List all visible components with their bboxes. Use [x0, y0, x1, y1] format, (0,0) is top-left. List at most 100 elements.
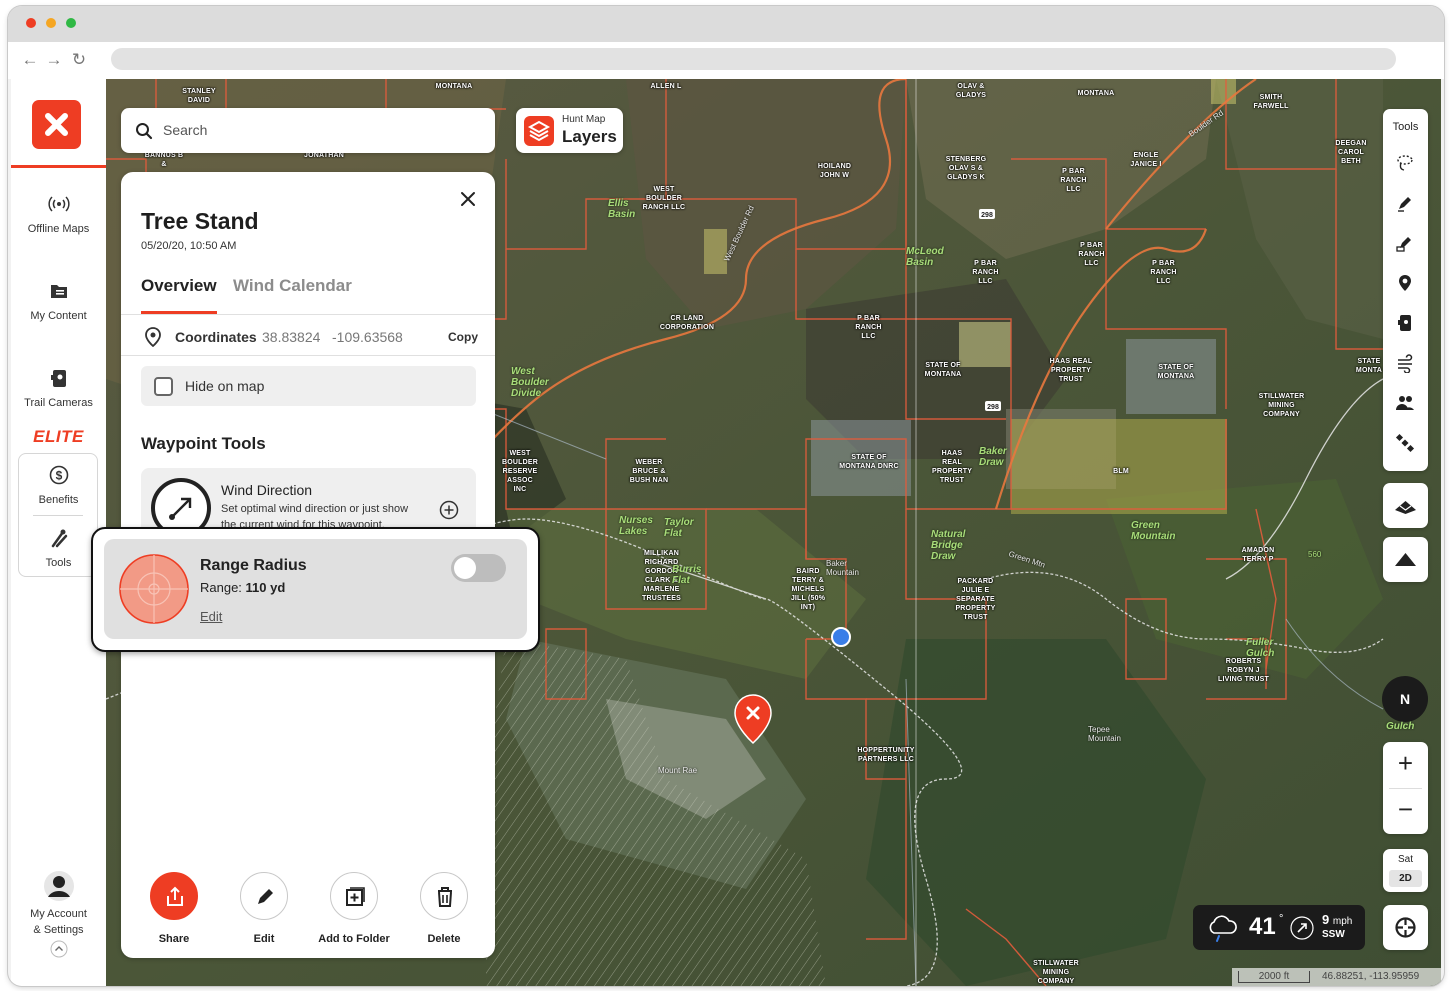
tab-overview[interactable]: Overview: [141, 276, 217, 296]
sidebar-item-my-content[interactable]: My Content: [11, 280, 106, 322]
add-to-folder-button[interactable]: Add to Folder: [314, 872, 394, 945]
lasso-icon[interactable]: [1395, 153, 1415, 173]
divider: [1389, 788, 1422, 789]
compass-button[interactable]: N: [1382, 676, 1428, 722]
owner-label: SMITH FARWELL: [1253, 94, 1289, 110]
layers-icon: [524, 116, 554, 146]
waypoint-actions: Share Edit Add to Folder Delete: [121, 872, 495, 952]
search-bar[interactable]: Search: [121, 108, 495, 153]
pencil-icon: [258, 889, 273, 904]
chevron-up-icon[interactable]: [50, 940, 68, 958]
wind-speed: 9 mph: [1322, 912, 1353, 927]
add-to-folder-label: Add to Folder: [318, 933, 390, 945]
layers-title: Layers: [562, 127, 617, 146]
sidebar-item-label: Trail Cameras: [24, 397, 93, 409]
sidebar-item-label: Benefits: [38, 494, 79, 506]
folder-plus-icon: [346, 887, 365, 906]
sidebar-item-offline-maps[interactable]: Offline Maps: [11, 193, 106, 235]
locate-me-button[interactable]: [1383, 905, 1428, 950]
account-line2: & Settings: [33, 924, 84, 936]
sat-label: Sat: [1397, 854, 1413, 865]
waypoint-tools-heading: Waypoint Tools: [141, 434, 266, 453]
add-circle-icon[interactable]: [439, 500, 459, 520]
range-radius-card[interactable]: Range Radius Range: 110 yd Edit: [104, 539, 527, 639]
owner-label: STILLWATER MINING COMPANY: [1258, 393, 1305, 418]
maximize-window-dot[interactable]: [66, 18, 76, 28]
svg-text:$: $: [55, 469, 62, 483]
owner-label: ROBERTS ROBYN J LIVING TRUST: [1217, 658, 1269, 683]
hunt-map-layers-button[interactable]: Hunt Map Layers: [516, 108, 623, 153]
divider: [121, 314, 495, 315]
edit-label: Edit: [253, 933, 275, 945]
range-edit-link[interactable]: Edit: [200, 609, 222, 624]
owner-label: BAIRD TERRY & MICHELS JILL (50% INT): [790, 568, 826, 611]
hide-on-map-label: Hide on map: [185, 378, 265, 394]
tools-heading: Tools: [1392, 121, 1419, 133]
range-value: Range: 110 yd: [200, 580, 286, 595]
address-bar[interactable]: [111, 48, 1396, 70]
owner-label: HAAS REAL PROPERTY TRUST: [1049, 358, 1093, 383]
owner-label: WEST BOULDER RESERVE ASSOC INC: [502, 450, 539, 493]
sidebar-item-account[interactable]: My Account & Settings: [11, 870, 106, 958]
owner-label: P BAR RANCH LLC: [1150, 260, 1177, 285]
sidebar-item-trail-cameras[interactable]: Trail Cameras: [11, 367, 106, 409]
camera-icon[interactable]: [1395, 313, 1415, 333]
owner-label: STILLWATER MINING COMPANY: [1033, 960, 1079, 985]
owner-label: BANNUS B &: [144, 152, 184, 168]
tab-wind-calendar[interactable]: Wind Calendar: [233, 276, 352, 296]
back-arrow-icon[interactable]: ←: [20, 50, 40, 70]
sidebar-item-label: Tools: [45, 557, 72, 569]
search-input[interactable]: Search: [163, 122, 207, 138]
basemap-mode-button[interactable]: Sat 2D: [1383, 849, 1428, 892]
weather-widget[interactable]: 41 ° 9 mph SSW: [1193, 905, 1365, 950]
sidebar-item-label: My Content: [30, 310, 87, 322]
owner-label: P BAR RANCH LLC: [972, 260, 999, 285]
wind-direction-title: Wind Direction: [221, 482, 313, 498]
owner-label: WEBER BRUCE & BUSH NAN: [629, 459, 669, 484]
minimize-window-dot[interactable]: [46, 18, 56, 28]
pencil-icon[interactable]: [1395, 193, 1415, 213]
marker-icon[interactable]: [1395, 233, 1415, 253]
copy-coordinates-button[interactable]: Copy: [448, 330, 478, 344]
owner-label: ENGLE JANICE I: [1130, 152, 1162, 168]
elite-tools-box: $ Benefits Tools: [18, 453, 98, 577]
people-icon[interactable]: [1395, 393, 1415, 413]
waypoint-date: 05/20/20, 10:50 AM: [141, 240, 237, 252]
place-label: Green Mountain: [1131, 520, 1176, 542]
delete-button[interactable]: Delete: [404, 872, 484, 945]
owner-label: MONTANA: [435, 83, 473, 90]
pin-icon[interactable]: [1395, 273, 1415, 293]
map-scale-bar: 2000 ft 46.88251, -113.95959: [1232, 968, 1441, 986]
owner-label: PACKARD JULIE E SEPARATE PROPERTY TRUST: [955, 578, 996, 621]
close-icon[interactable]: [457, 188, 479, 210]
owner-label: MONTANA: [1077, 90, 1115, 97]
current-location-dot: [831, 627, 851, 647]
hide-on-map-row[interactable]: Hide on map: [141, 366, 476, 406]
sidebar-item-benefits[interactable]: $ Benefits: [11, 464, 106, 506]
mode-2d-label: 2D: [1389, 870, 1422, 887]
zoom-in-button[interactable]: +: [1383, 748, 1428, 778]
share-button[interactable]: Share: [134, 872, 214, 945]
sidebar-item-label: Offline Maps: [27, 223, 90, 235]
edit-button[interactable]: Edit: [224, 872, 304, 945]
map-view-toggle-button[interactable]: [1383, 483, 1428, 528]
forward-arrow-icon[interactable]: →: [44, 50, 64, 70]
place-label: McLeod Basin: [906, 246, 944, 268]
reload-icon[interactable]: ↻: [69, 50, 89, 70]
owner-label: STATE OF MONTANA: [924, 362, 962, 378]
coordinates-lat: 38.83824: [262, 329, 321, 345]
range-radius-toggle[interactable]: [451, 554, 506, 582]
waypoint-title: Tree Stand: [141, 208, 259, 234]
hide-on-map-checkbox[interactable]: [154, 377, 173, 396]
zoom-out-button[interactable]: −: [1383, 794, 1428, 824]
close-window-dot[interactable]: [26, 18, 36, 28]
satellite-icon[interactable]: [1395, 433, 1415, 453]
camera-icon: [50, 370, 66, 387]
onx-logo[interactable]: [32, 100, 81, 149]
share-label: Share: [158, 933, 190, 945]
terrain-3d-button[interactable]: [1383, 537, 1428, 582]
toggle-knob: [454, 557, 476, 579]
owner-label: ALLEN L: [650, 83, 682, 90]
wind-icon[interactable]: [1395, 353, 1415, 373]
temperature: 41: [1249, 913, 1276, 940]
